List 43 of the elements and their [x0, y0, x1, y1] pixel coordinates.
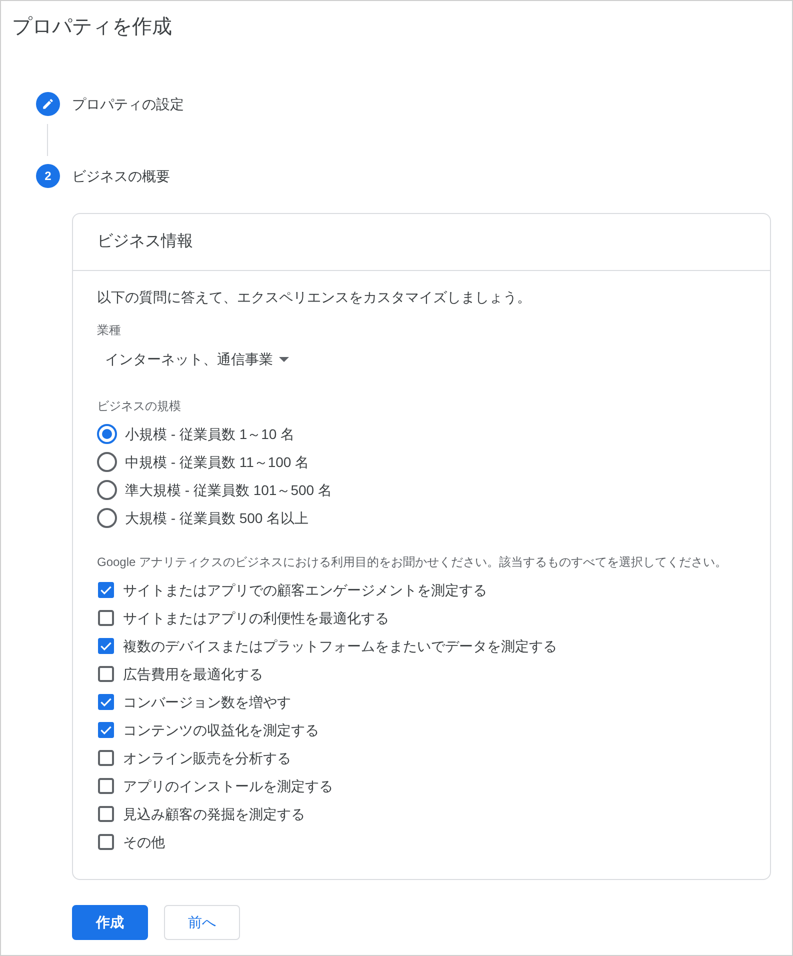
radio-button[interactable]	[97, 452, 117, 472]
caret-icon	[279, 356, 289, 362]
step-label: プロパティの設定	[72, 95, 184, 114]
page-title: プロパティを作成	[11, 15, 172, 40]
field-label: 業種	[97, 322, 121, 338]
checkbox-label: コンテンツの収益化を測定する	[123, 721, 319, 740]
step-connector	[47, 124, 48, 156]
radio-button[interactable]	[97, 424, 117, 444]
radio-label: 準大規模 - 従業員数 101～500 名	[125, 481, 332, 500]
radio-label: 中規模 - 従業員数 11～100 名	[125, 453, 310, 472]
create-button[interactable]: 作成	[72, 905, 148, 940]
field-label: Google アナリティクスのビジネスにおける利用目的をお聞かせください。該当するものすべてを選択してください。	[97, 554, 728, 570]
radio-button[interactable]	[97, 508, 117, 528]
checkbox[interactable]	[98, 582, 114, 598]
checkbox-label: コンバージョン数を増やす	[123, 693, 291, 712]
checkbox-label: サイトまたはアプリの利便性を最適化する	[123, 609, 389, 628]
checkbox-label: オンライン販売を分析する	[123, 749, 291, 768]
checkbox[interactable]	[98, 834, 114, 850]
checkbox[interactable]	[98, 722, 114, 738]
checkbox[interactable]	[98, 778, 114, 794]
checkbox[interactable]	[98, 638, 114, 654]
checkbox[interactable]	[98, 750, 114, 766]
step-label: ビジネスの概要	[72, 167, 170, 186]
checkbox-label: サイトまたはアプリでの顧客エンゲージメントを測定する	[123, 581, 487, 600]
checkbox-label: アプリのインストールを測定する	[123, 777, 333, 796]
radio-label: 大規模 - 従業員数 500 名以上	[125, 509, 309, 528]
field-label: ビジネスの規模	[97, 398, 181, 414]
radio-label: 小規模 - 従業員数 1～10 名	[125, 425, 295, 444]
checkbox[interactable]	[98, 666, 114, 682]
radio-button[interactable]	[97, 480, 117, 500]
card-title: ビジネス情報	[97, 232, 193, 252]
back-button[interactable]: 前へ	[164, 905, 240, 940]
checkbox[interactable]	[98, 694, 114, 710]
checkbox-label: 広告費用を最適化する	[123, 665, 263, 684]
step-number: 2	[36, 164, 60, 188]
industry-dropdown[interactable]: インターネット、通信事業	[97, 349, 297, 369]
checkbox-label: その他	[123, 833, 165, 852]
checkbox[interactable]	[98, 610, 114, 626]
checkbox-label: 複数のデバイスまたはプラットフォームをまたいでデータを測定する	[123, 637, 557, 656]
intro-text: 以下の質問に答えて、エクスペリエンスをカスタマイズしましょう。	[97, 288, 532, 307]
checkbox[interactable]	[98, 806, 114, 822]
pencil-icon	[36, 92, 60, 116]
checkbox-label: 見込み顧客の発掘を測定する	[123, 805, 305, 824]
